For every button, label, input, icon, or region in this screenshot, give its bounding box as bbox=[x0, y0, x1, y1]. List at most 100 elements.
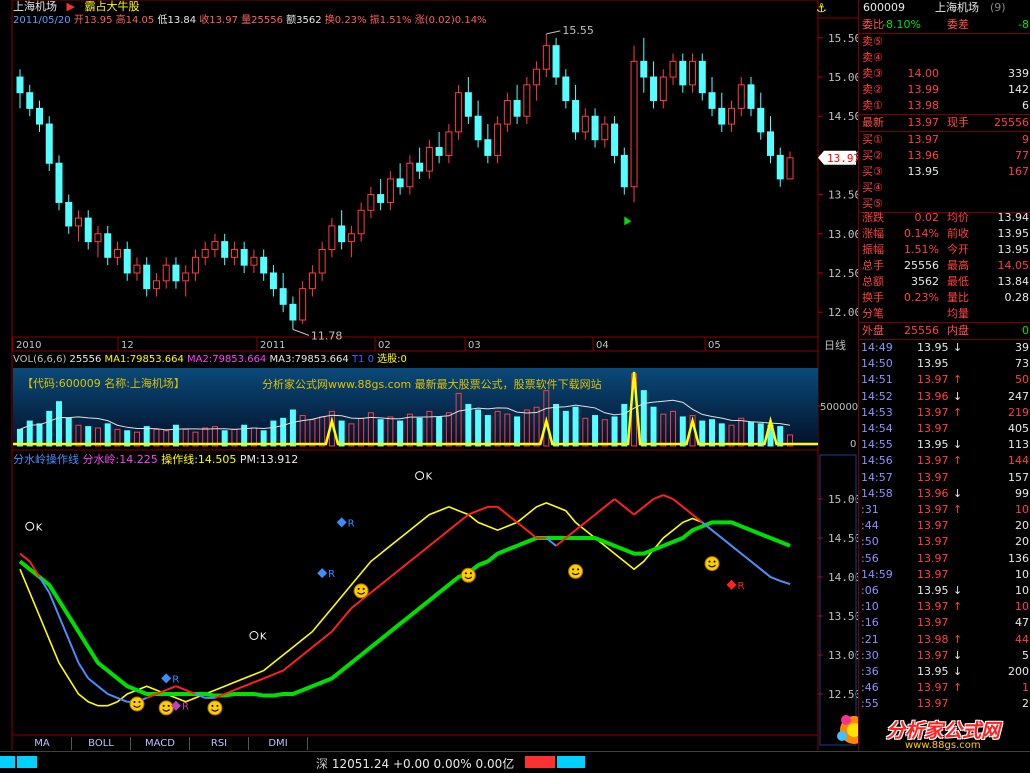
price-tick-label: 14.50 bbox=[828, 110, 858, 123]
bid-price: 13.97 bbox=[907, 133, 940, 146]
neipan-value: 0 bbox=[1022, 324, 1029, 337]
tick-time: 14:53 bbox=[861, 405, 893, 419]
candle-body bbox=[250, 256, 258, 266]
tick-volume: 405 bbox=[1008, 422, 1029, 435]
candle-body bbox=[240, 248, 248, 266]
candle-body bbox=[45, 123, 53, 164]
tick-list[interactable]: 14:49 13.95 ↓ 39 14:50 13.95 73 14:51 13.97 ↑ 50 14… bbox=[859, 340, 1030, 720]
r-signal-icon bbox=[317, 568, 328, 579]
vol-axis-zero-label: 0 bbox=[850, 439, 856, 450]
quote-name: 上海机场 bbox=[935, 1, 979, 14]
vol-select: 选股:0 bbox=[377, 354, 407, 365]
candle-body bbox=[347, 233, 355, 243]
tick-volume: 136 bbox=[1008, 551, 1029, 565]
pm-value: PM:13.912 bbox=[239, 453, 299, 466]
time-tick-label: 05 bbox=[708, 340, 721, 351]
tab-macd[interactable]: MACD bbox=[131, 737, 190, 750]
volume-bar bbox=[36, 423, 43, 447]
candle-body bbox=[601, 123, 609, 141]
operation-line-segment bbox=[760, 568, 772, 578]
tick-time: :56 bbox=[861, 551, 879, 565]
volume-bar bbox=[718, 423, 725, 447]
operation-line-segment bbox=[662, 494, 674, 500]
price-pane-frame bbox=[11, 0, 819, 338]
tick-volume: 10 bbox=[1015, 584, 1029, 597]
stat-label-2: 前收 bbox=[947, 227, 969, 240]
volume-bar bbox=[270, 420, 277, 447]
tick-price: 13.97 bbox=[917, 454, 949, 468]
bid-volume: 77 bbox=[1015, 149, 1029, 162]
ask-volume: 339 bbox=[1008, 67, 1029, 80]
k-signal-label: K bbox=[260, 632, 267, 643]
indicator-tick-label: 15.00 bbox=[828, 493, 858, 506]
xianshou-label: 现手 bbox=[947, 116, 969, 129]
last-label: 最新 bbox=[862, 116, 884, 129]
candle-body bbox=[523, 84, 531, 117]
operation-line-segment bbox=[584, 513, 596, 524]
tick-row: 14:59 13.97 10 bbox=[859, 567, 1030, 583]
tick-price: 13.97 bbox=[917, 519, 949, 533]
tick-time: :10 bbox=[861, 600, 879, 614]
smiley-icon bbox=[568, 563, 584, 579]
weibi-row: 委比 -8.10% 委差 -8 bbox=[859, 17, 1030, 34]
tick-price: 13.97 bbox=[917, 373, 949, 387]
candle-body bbox=[338, 225, 346, 243]
tick-direction: ↑ bbox=[953, 405, 963, 419]
operation-line-segment bbox=[740, 552, 752, 563]
tick-volume: 247 bbox=[1008, 389, 1029, 403]
ad-banner-text[interactable]: 分析家公式网www.88gs.com 最新最大股票公式，股票软件下载网站 bbox=[262, 376, 602, 392]
tick-price: 13.96 bbox=[917, 389, 949, 403]
operation-line-segment bbox=[613, 498, 625, 508]
volume-bar bbox=[709, 419, 716, 447]
tick-volume: 200 bbox=[1008, 665, 1029, 678]
bid-label: 买① bbox=[862, 133, 883, 146]
stat-value: 3562 bbox=[911, 275, 939, 288]
last-row: 最新 13.97 现手 25556 bbox=[859, 115, 1030, 131]
stat-row: 分笔 均量 bbox=[859, 306, 1030, 322]
operation-line-segment bbox=[399, 560, 411, 570]
tick-volume: 113 bbox=[1008, 438, 1029, 452]
tick-row: :06 13.95 ↓ 10 bbox=[859, 583, 1030, 599]
tick-row: 14:56 13.97 ↑ 144 bbox=[859, 453, 1030, 469]
operation-line-segment bbox=[302, 646, 314, 656]
tick-row: 14:55 13.95 ↓ 113 bbox=[859, 437, 1030, 453]
tick-time: 14:59 bbox=[861, 567, 893, 581]
candle-body bbox=[396, 178, 404, 188]
candle-body bbox=[133, 264, 141, 274]
indicator-tick-label: 14.50 bbox=[828, 532, 858, 545]
current-price-label: 13.97 bbox=[827, 152, 858, 165]
tick-price: 13.97 bbox=[917, 503, 949, 516]
candle-body bbox=[494, 123, 502, 156]
candle-body bbox=[659, 76, 667, 102]
weicha-label: 委差 bbox=[947, 18, 969, 31]
volume-bar bbox=[416, 417, 423, 447]
quote-code: 600009 bbox=[863, 1, 905, 14]
tab-dmi[interactable]: DMI bbox=[249, 737, 308, 750]
candle-body bbox=[357, 209, 365, 235]
bid-price: 13.95 bbox=[907, 165, 940, 178]
k-signal-icon bbox=[415, 471, 425, 481]
quote-title: 600009 上海机场 (9) bbox=[859, 0, 1030, 16]
tick-price: 13.95 bbox=[917, 341, 949, 354]
watermark-title: 分析家公式网 bbox=[886, 720, 1001, 742]
volume-bar bbox=[65, 417, 72, 447]
price-axis: 15.5015.0014.5014.0013.5013.0012.5012.00 bbox=[818, 32, 858, 319]
operation-line-segment bbox=[653, 494, 664, 500]
stat-row: 涨跌 0.02 均价 13.94 bbox=[859, 210, 1030, 226]
weicha-value: -8 bbox=[1018, 18, 1029, 31]
candle-body bbox=[201, 248, 209, 258]
operation-line-segment bbox=[623, 506, 635, 516]
tick-time: 14:57 bbox=[861, 470, 893, 484]
operation-line-segment bbox=[253, 677, 265, 684]
tick-price: 13.97 bbox=[917, 551, 949, 565]
volume-bar bbox=[484, 415, 491, 447]
indicator-name: 分水岭操作线 bbox=[13, 453, 79, 466]
tick-volume: 44 bbox=[1015, 632, 1029, 646]
operation-line-segment bbox=[721, 537, 733, 547]
tick-volume: 10 bbox=[1015, 567, 1029, 581]
tab-rsi[interactable]: RSI bbox=[190, 737, 249, 750]
tab-boll[interactable]: BOLL bbox=[72, 737, 131, 750]
index-status[interactable]: 深 12051.24 +0.00 0.00% 0.00亿 bbox=[316, 755, 514, 772]
kline-chart-area[interactable]: 上海机场 ▶ 霸占大牛股 2011/05/20 开13.95 高14.05 低1… bbox=[0, 0, 868, 772]
tab-ma[interactable]: MA bbox=[13, 737, 72, 750]
